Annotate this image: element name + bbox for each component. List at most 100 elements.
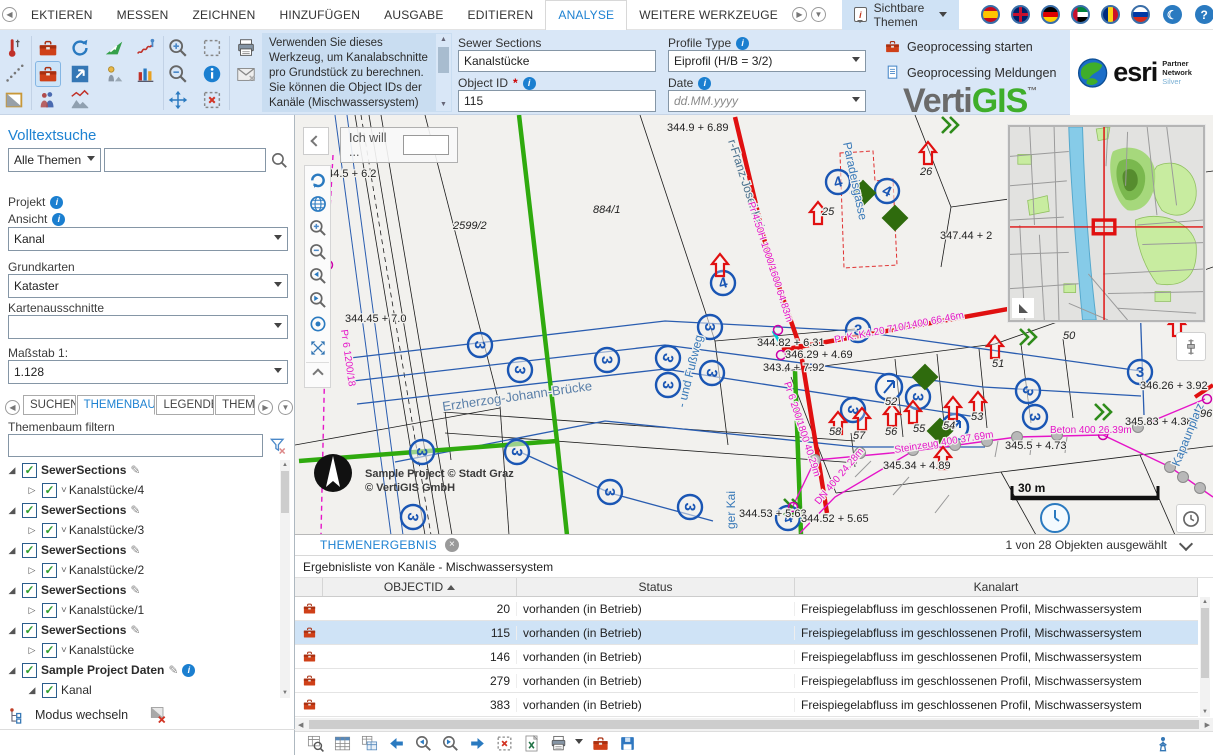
collapse-sidebar-button[interactable]: [303, 127, 329, 155]
menu-item-hinzuf-gen[interactable]: HINZUFÜGEN: [267, 0, 372, 30]
tree-expander-icon[interactable]: ▷: [26, 605, 38, 616]
tree-item-sewersections[interactable]: ◢✓SewerSections✎: [0, 540, 278, 560]
layer-checkbox[interactable]: ✓: [42, 483, 57, 498]
info-icon[interactable]: [698, 77, 711, 90]
visible-themes-button[interactable]: i Sichtbare Themen: [842, 0, 959, 30]
tree-expander-icon[interactable]: ◢: [6, 665, 18, 676]
menu-item-weitere-werkzeuge[interactable]: WEITERE WERKZEUGE: [627, 0, 790, 30]
search-icon[interactable]: [270, 151, 289, 170]
flag-spain-icon[interactable]: [981, 5, 1000, 24]
print-tool-icon[interactable]: [234, 36, 258, 60]
tabs-scroll-right-icon[interactable]: ▶: [258, 400, 273, 415]
info-icon[interactable]: [52, 213, 65, 226]
previous-extent-icon[interactable]: [306, 264, 329, 287]
tab-them[interactable]: THEM: [215, 395, 255, 415]
identify-tool-icon[interactable]: [200, 62, 224, 86]
i-want-to-input[interactable]: [403, 135, 449, 155]
print-results-icon[interactable]: [548, 734, 568, 754]
menu-item-editieren[interactable]: EDITIEREN: [456, 0, 546, 30]
tree-expander-icon[interactable]: ◢: [6, 505, 18, 516]
panel-expand-icon[interactable]: [1181, 538, 1191, 552]
chart-tool-icon[interactable]: [134, 62, 158, 86]
clear-selection-icon[interactable]: [494, 734, 514, 754]
save-results-icon[interactable]: [617, 734, 637, 754]
fulltext-search-title[interactable]: Volltextsuche: [8, 127, 96, 144]
layer-checkbox[interactable]: ✓: [42, 683, 57, 698]
zoom-in-tool-icon[interactable]: [166, 36, 190, 60]
profile-chart-tool-icon[interactable]: [68, 88, 92, 112]
tree-expander-icon[interactable]: ◢: [6, 465, 18, 476]
flag-germany-icon[interactable]: [1041, 5, 1060, 24]
population-tool-icon[interactable]: [36, 88, 60, 112]
close-results-icon[interactable]: ×: [445, 538, 459, 552]
layer-checkbox[interactable]: ✓: [22, 503, 37, 518]
zoom-previous-icon[interactable]: [413, 734, 433, 754]
print-options-chevron[interactable]: [575, 739, 583, 748]
tree-item-kanalst-cke-2[interactable]: ▷✓˅Kanalstücke/2: [0, 560, 278, 580]
table-row[interactable]: 20vorhanden (in Betrieb)Freispiegelabflu…: [295, 597, 1198, 621]
layer-checkbox[interactable]: ✓: [22, 543, 37, 558]
geoprocessing-start-button[interactable]: Geoprocessing starten: [884, 38, 1033, 55]
next-extent-icon[interactable]: [306, 288, 329, 311]
zoom-out-icon[interactable]: [306, 240, 329, 263]
tree-item-kanalst-cke-1[interactable]: ▷✓˅Kanalstücke/1: [0, 600, 278, 620]
edit-layer-icon[interactable]: ✎: [130, 543, 140, 557]
date-select[interactable]: dd.MM.yyyy: [668, 90, 866, 112]
info-icon[interactable]: [182, 664, 195, 677]
clear-filter-icon[interactable]: [268, 436, 288, 456]
menu-item-zeichnen[interactable]: ZEICHNEN: [181, 0, 268, 30]
geoprocessing-messages-button[interactable]: Geoprocessing Meldungen: [884, 64, 1056, 81]
scale-select[interactable]: 1.128: [8, 360, 288, 384]
edit-layer-icon[interactable]: ✎: [168, 663, 178, 677]
tree-expander-icon[interactable]: ◢: [6, 545, 18, 556]
info-icon[interactable]: [736, 37, 749, 50]
previous-result-icon[interactable]: [386, 734, 406, 754]
clear-selection-tool-icon[interactable]: [200, 88, 224, 112]
tree-item-kanalst-cke-4[interactable]: ▷✓˅Kanalstücke/4: [0, 480, 278, 500]
menu-item-messen[interactable]: MESSEN: [105, 0, 181, 30]
table-view-icon[interactable]: [332, 734, 352, 754]
layer-checkbox[interactable]: ✓: [42, 643, 57, 658]
table-row[interactable]: 146vorhanden (in Betrieb)Freispiegelabfl…: [295, 645, 1198, 669]
tab-themenbaum[interactable]: THEMENBAUM: [77, 395, 156, 415]
export-tool-icon[interactable]: [68, 62, 92, 86]
layer-checkbox[interactable]: ✓: [42, 603, 57, 618]
menu-item-ektieren[interactable]: EKTIEREN: [19, 0, 105, 30]
edit-layer-icon[interactable]: ✎: [130, 463, 140, 477]
basemap-select[interactable]: Kataster: [8, 274, 288, 298]
menu-scroll-right-icon[interactable]: ▶: [792, 7, 807, 22]
sewer-sections-input[interactable]: [458, 50, 656, 72]
thermometer-tool-icon[interactable]: [2, 36, 26, 60]
info-icon[interactable]: [523, 77, 536, 90]
layer-menu-chevron-icon[interactable]: ˅: [61, 525, 67, 536]
point-series-tool-icon[interactable]: [2, 62, 26, 86]
tab-legende[interactable]: LEGENDE: [156, 395, 214, 415]
tabs-scroll-left-icon[interactable]: ◀: [5, 400, 20, 415]
table-row[interactable]: 115vorhanden (in Betrieb)Freispiegelabfl…: [295, 621, 1198, 645]
profile-type-select[interactable]: Eiprofil (H/B = 3/2): [668, 50, 866, 72]
tree-expander-icon[interactable]: ◢: [6, 625, 18, 636]
tree-item-sewersections[interactable]: ◢✓SewerSections✎: [0, 460, 278, 480]
toolbox-results-icon[interactable]: [590, 734, 610, 754]
layer-checkbox[interactable]: ✓: [22, 663, 37, 678]
layer-menu-chevron-icon[interactable]: ˅: [61, 605, 67, 616]
collapse-toolbar-icon[interactable]: [306, 362, 329, 385]
edit-layer-icon[interactable]: ✎: [130, 623, 140, 637]
table-row[interactable]: 279vorhanden (in Betrieb)Freispiegelabfl…: [295, 669, 1198, 693]
globe-icon[interactable]: [306, 192, 329, 215]
pan-tool-icon[interactable]: [166, 88, 190, 112]
tree-expander-icon[interactable]: ▷: [26, 485, 38, 496]
tree-item-sewersections[interactable]: ◢✓SewerSections✎: [0, 580, 278, 600]
menu-overflow-icon[interactable]: ▼: [811, 7, 826, 22]
overview-collapse-icon[interactable]: [1012, 298, 1034, 318]
locate-icon[interactable]: [306, 312, 329, 335]
overview-map[interactable]: [1008, 125, 1205, 322]
tree-item-kanalst-cke[interactable]: ▷✓˅Kanalstücke: [0, 640, 278, 660]
table-row[interactable]: 383vorhanden (in Betrieb)Freispiegelabfl…: [295, 693, 1198, 717]
i-want-to-widget[interactable]: Ich will ...: [340, 127, 458, 163]
menu-item-analyse[interactable]: ANALYSE: [545, 0, 627, 30]
layer-menu-chevron-icon[interactable]: ˅: [61, 645, 67, 656]
presentation-mode-icon[interactable]: [1153, 734, 1173, 754]
email-tool-icon[interactable]: [234, 62, 258, 86]
next-result-icon[interactable]: [467, 734, 487, 754]
